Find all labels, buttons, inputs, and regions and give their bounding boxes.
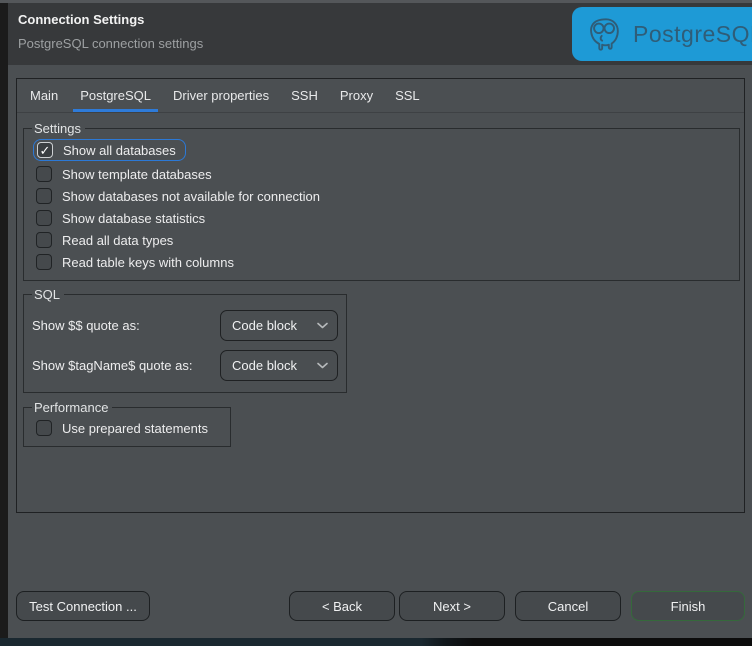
page-subtitle: PostgreSQL connection settings — [18, 36, 203, 51]
postgresql-elephant-icon — [586, 14, 624, 54]
dialog-header: Connection Settings PostgreSQL connectio… — [8, 3, 752, 65]
page-title: Connection Settings — [18, 12, 144, 27]
performance-group-legend: Performance — [32, 400, 112, 415]
finish-button[interactable]: Finish — [631, 591, 745, 621]
checkbox-box — [36, 420, 52, 436]
background-bottom-strip — [0, 638, 752, 646]
checkbox-read-all-data-types[interactable]: Read all data types — [32, 229, 731, 251]
sql-group: SQL Show $$ quote as: Code block Show $t… — [23, 287, 347, 393]
tab-main[interactable]: Main — [23, 79, 65, 112]
connection-settings-dialog: Connection Settings PostgreSQL connectio… — [8, 3, 752, 638]
checkbox-show-database-statistics[interactable]: Show database statistics — [32, 207, 731, 229]
chevron-down-icon — [317, 322, 328, 329]
checkbox-show-template-databases[interactable]: Show template databases — [32, 163, 731, 185]
performance-group: Performance Use prepared statements — [23, 400, 231, 447]
tab-bar: Main PostgreSQL Driver properties SSH Pr… — [17, 79, 744, 113]
checkbox-box — [36, 232, 52, 248]
chevron-down-icon — [317, 362, 328, 369]
tagname-quote-row: Show $tagName$ quote as: Code block — [32, 350, 338, 381]
tab-driver-properties[interactable]: Driver properties — [166, 79, 276, 112]
next-button[interactable]: Next > — [399, 591, 505, 621]
tagname-quote-select[interactable]: Code block — [220, 350, 338, 381]
sql-group-legend: SQL — [32, 287, 64, 302]
wizard-buttons: < Back Next > Cancel Finish — [289, 591, 745, 621]
tab-folder: Main PostgreSQL Driver properties SSH Pr… — [16, 78, 745, 513]
checkbox-read-table-keys[interactable]: Read table keys with columns — [32, 251, 731, 273]
back-button[interactable]: < Back — [289, 591, 395, 621]
screen: Connection Settings PostgreSQL connectio… — [0, 0, 752, 646]
checkbox-box — [36, 254, 52, 270]
checkbox-use-prepared-statements[interactable]: Use prepared statements — [32, 417, 222, 439]
settings-group-legend: Settings — [32, 121, 85, 136]
tab-proxy[interactable]: Proxy — [333, 79, 380, 112]
dialog-footer: Test Connection ... < Back Next > Cancel… — [8, 591, 752, 621]
settings-group: Settings ✓ Show all databases Show templ… — [23, 121, 740, 281]
dollar-quote-label: Show $$ quote as: — [32, 318, 220, 333]
checkbox-box — [36, 166, 52, 182]
dollar-quote-select[interactable]: Code block — [220, 310, 338, 341]
checkbox-show-databases-not-available[interactable]: Show databases not available for connect… — [32, 185, 731, 207]
checkbox-box — [36, 210, 52, 226]
postgresql-logo-text: PostgreSQL — [633, 21, 752, 48]
cancel-button[interactable]: Cancel — [515, 591, 621, 621]
tab-ssl[interactable]: SSL — [388, 79, 427, 112]
tab-ssh[interactable]: SSH — [284, 79, 325, 112]
postgresql-logo-badge: PostgreSQL — [572, 7, 752, 61]
tab-postgresql[interactable]: PostgreSQL — [73, 79, 158, 112]
checkbox-box — [36, 188, 52, 204]
tagname-quote-label: Show $tagName$ quote as: — [32, 358, 220, 373]
checkbox-checked-icon: ✓ — [37, 142, 53, 158]
window-left-edge — [0, 3, 8, 646]
test-connection-button[interactable]: Test Connection ... — [16, 591, 150, 621]
dollar-quote-row: Show $$ quote as: Code block — [32, 310, 338, 341]
checkbox-show-all-databases[interactable]: ✓ Show all databases — [33, 139, 186, 161]
